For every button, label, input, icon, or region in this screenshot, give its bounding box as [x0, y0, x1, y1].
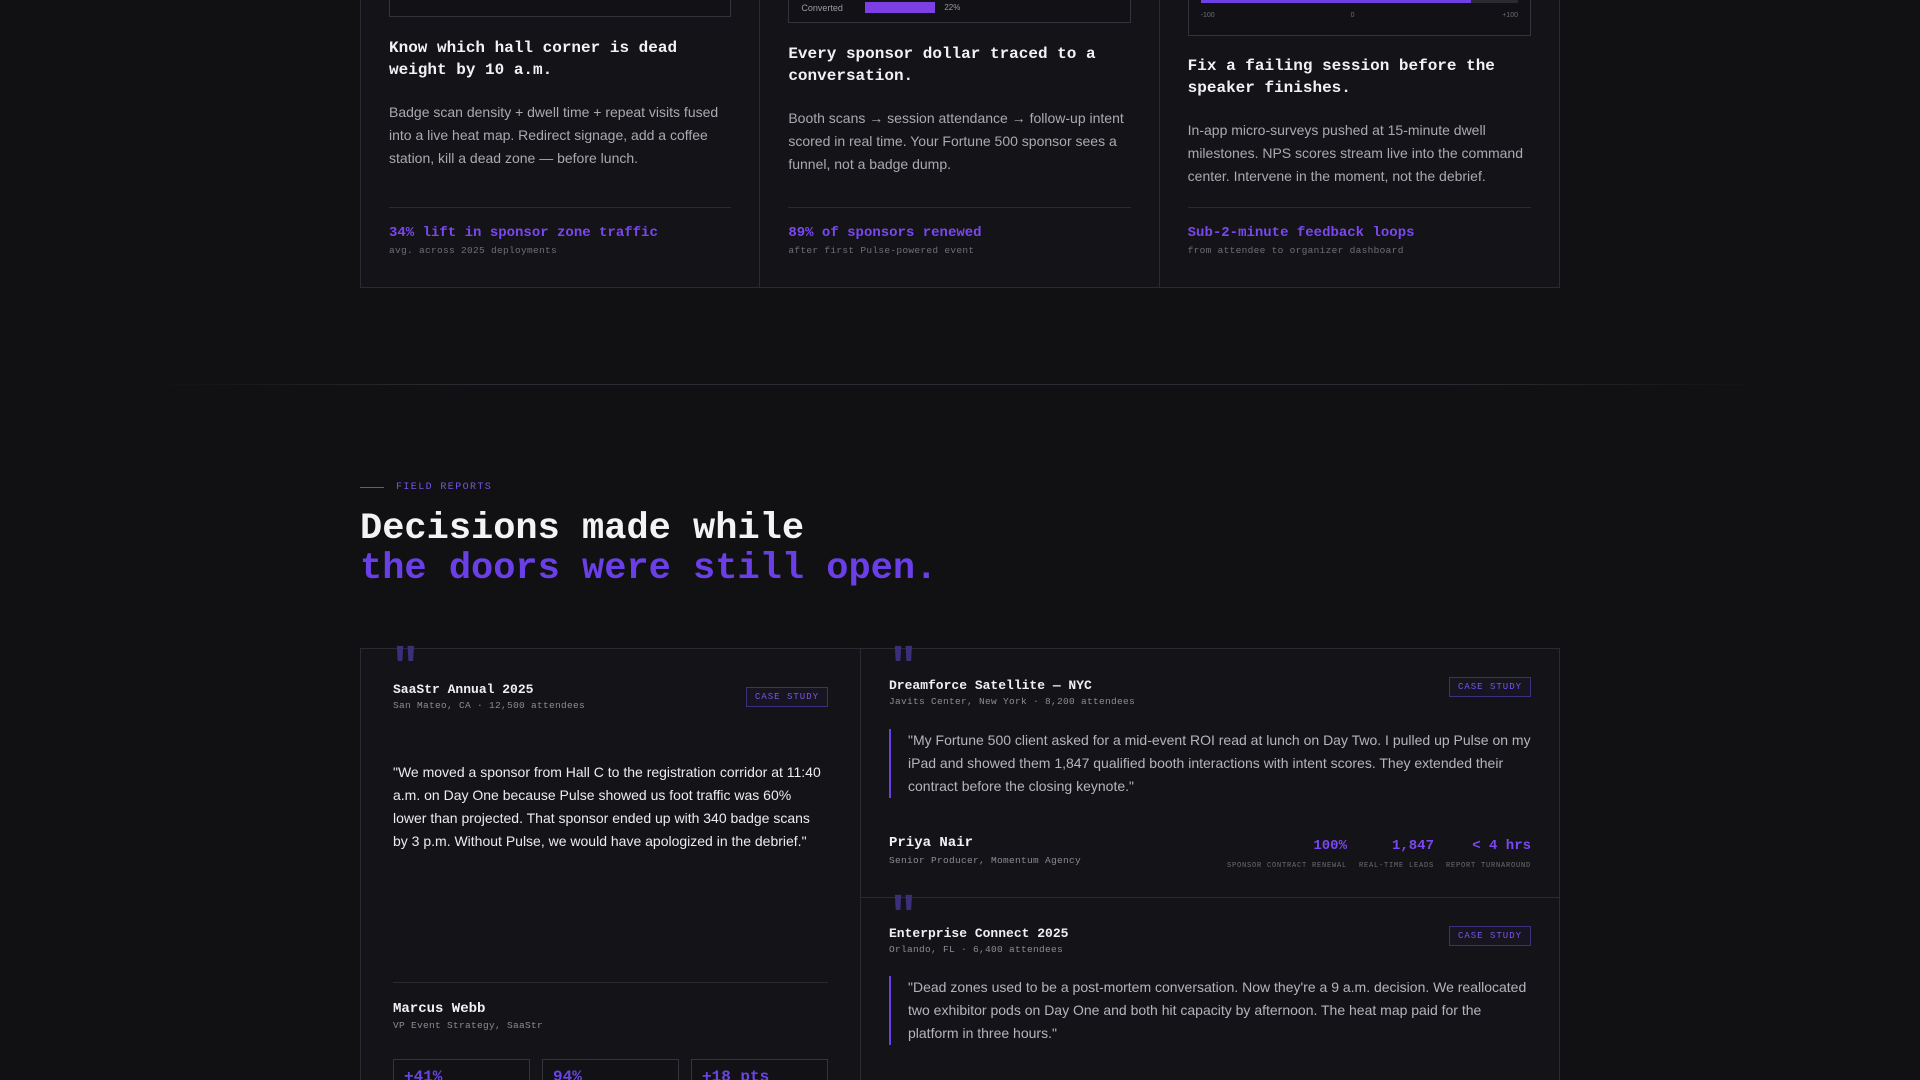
- metric-card: +18 pts: [691, 1059, 828, 1080]
- funnel-value: 22%: [944, 3, 961, 12]
- heatmap-preview: [389, 0, 732, 17]
- testimonial-quote: "We moved a sponsor from Hall C to the r…: [393, 764, 821, 849]
- metric-value: 100%: [1313, 838, 1347, 854]
- nps-fill: [1200, 0, 1471, 3]
- metric-value: +18 pts: [702, 1068, 770, 1080]
- feature-stat: 89% of sponsors renewed: [788, 225, 982, 241]
- metric-label: REAL-TIME LEADS: [1358, 862, 1434, 870]
- feature-stat: 34% lift in sponsor zone traffic: [389, 225, 658, 241]
- funnel-bar: [865, 2, 936, 13]
- feature-body: Booth scans → session attendance → follo…: [788, 110, 1124, 172]
- section-title: Decisions made while: [360, 508, 805, 550]
- event-location: Orlando, FL · 6,400 attendees: [889, 944, 1064, 955]
- nps-tick: 0: [1350, 12, 1355, 19]
- testimonial-card: " Enterprise Connect 2025 Orlando, FL · …: [861, 894, 1559, 1080]
- feature-card-sponsor-funnel: Converted 22% Every sponsor dollar trace…: [760, 0, 1160, 287]
- metric-label: SPONSOR CONTRACT RENEWAL: [1226, 862, 1347, 870]
- funnel-preview: Converted 22%: [788, 0, 1131, 23]
- feature-stat-caption: after first Pulse-powered event: [788, 245, 975, 256]
- person-role: VP Event Strategy, SaaStr: [393, 1020, 544, 1031]
- feature-body: In-app micro-surveys pushed at 15-minute…: [1187, 122, 1524, 184]
- metric-value: 94%: [553, 1068, 582, 1080]
- event-location: Javits Center, New York · 8,200 attendee…: [889, 696, 1136, 707]
- metric: < 4 hrs REPORT TURNAROUND: [1446, 838, 1531, 870]
- divider: [1187, 207, 1531, 208]
- event-name: Dreamforce Satellite — NYC: [889, 678, 1092, 693]
- section-title-accent: the doors were still open.: [360, 548, 938, 590]
- testimonial-card: " SaaStr Annual 2025 San Mateo, CA · 12,…: [361, 645, 861, 1080]
- feature-body: Badge scan density + dwell time + repeat…: [389, 104, 719, 166]
- nps-preview: -100 0 +100: [1187, 0, 1531, 36]
- feature-title: Fix a failing session before the speaker…: [1187, 57, 1495, 97]
- testimonial-quote: "Dead zones used to be a post-mortem con…: [889, 976, 1531, 1045]
- case-study-badge[interactable]: CASE STUDY: [1448, 677, 1531, 697]
- metric-cards: +41% 94% +18 pts: [393, 1059, 828, 1080]
- feature-stat-caption: from attendee to organizer dashboard: [1187, 245, 1404, 256]
- divider: [393, 982, 828, 983]
- event-location: San Mateo, CA · 12,500 attendees: [393, 700, 586, 711]
- metric: 1,847 REAL-TIME LEADS: [1359, 838, 1434, 870]
- event-name: Enterprise Connect 2025: [889, 926, 1069, 941]
- divider: [389, 207, 732, 208]
- metrics-row: 100% SPONSOR CONTRACT RENEWAL 1,847 REAL…: [1227, 838, 1531, 870]
- feature-card-heatmap: Know which hall corner is dead weight by…: [361, 0, 761, 287]
- metric-value: 1,847: [1391, 838, 1434, 854]
- section-eyebrow: FIELD REPORTS: [360, 482, 492, 493]
- event-name: SaaStr Annual 2025: [393, 682, 534, 697]
- testimonial-card: " Dreamforce Satellite — NYC Javits Cent…: [861, 645, 1559, 898]
- case-study-badge[interactable]: CASE STUDY: [1448, 926, 1531, 946]
- person-role: Senior Producer, Momentum Agency: [889, 855, 1082, 866]
- nps-tick: +100: [1502, 12, 1518, 19]
- eyebrow-label: FIELD REPORTS: [396, 482, 493, 493]
- feature-card-session-feedback: -100 0 +100 Fix a failing session before…: [1160, 0, 1559, 287]
- metric-value: < 4 hrs: [1472, 838, 1531, 854]
- metric-card: +41%: [393, 1059, 530, 1080]
- feature-title: Every sponsor dollar traced to a convers…: [788, 45, 1096, 85]
- testimonials-right-column: " Dreamforce Satellite — NYC Javits Cent…: [861, 645, 1559, 1080]
- case-study-badge[interactable]: CASE STUDY: [745, 687, 828, 707]
- metric-value: +41%: [404, 1068, 443, 1080]
- testimonial-quote: "My Fortune 500 client asked for a mid-e…: [889, 729, 1531, 798]
- feature-stat: Sub-2-minute feedback loops: [1187, 225, 1415, 241]
- funnel-label: Converted: [801, 3, 843, 13]
- feature-stat-caption: avg. across 2025 deployments: [389, 245, 558, 256]
- metric: 100% SPONSOR CONTRACT RENEWAL: [1227, 838, 1347, 870]
- feature-cards: Know which hall corner is dead weight by…: [360, 0, 1560, 288]
- divider: [788, 207, 1131, 208]
- feature-title: Know which hall corner is dead weight by…: [389, 39, 678, 79]
- nps-tick: -100: [1200, 12, 1215, 19]
- eyebrow-line: [360, 487, 384, 488]
- person-name: Priya Nair: [889, 835, 974, 851]
- metric-label: REPORT TURNAROUND: [1445, 862, 1531, 870]
- metric-card: 94%: [542, 1059, 679, 1080]
- testimonials-grid: " SaaStr Annual 2025 San Mateo, CA · 12,…: [360, 645, 1560, 1080]
- section-divider: [150, 384, 1770, 385]
- person-name: Marcus Webb: [393, 1001, 486, 1017]
